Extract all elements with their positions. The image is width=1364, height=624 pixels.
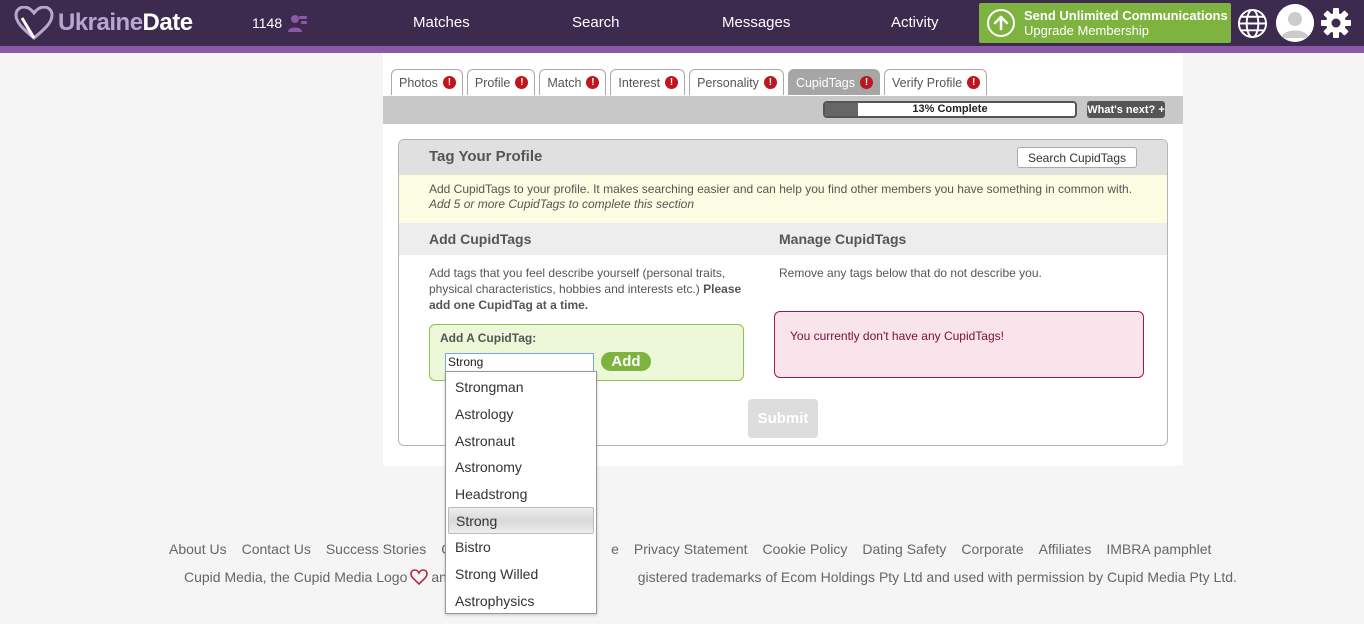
warning-icon: ! xyxy=(665,76,679,89)
upgrade-line1: Send Unlimited Communications xyxy=(1024,8,1228,23)
add-cupidtags-title: Add CupidTags xyxy=(429,231,532,247)
footer-link[interactable]: Affiliates xyxy=(1039,541,1092,557)
user-avatar[interactable] xyxy=(1276,4,1314,42)
site-logo[interactable]: UkraineDate xyxy=(14,6,193,40)
logo-wordmark: UkraineDate xyxy=(58,9,193,36)
info-hint: Add 5 or more CupidTags to complete this… xyxy=(429,197,695,211)
progress-text: 13% Complete xyxy=(912,103,988,115)
tag-autocomplete-dropdown: Strongman Astrology Astronaut Astronomy Head… xyxy=(445,371,597,614)
autocomplete-option[interactable]: Headstrong xyxy=(448,481,594,508)
user-silhouette-icon xyxy=(1276,4,1314,42)
users-online-icon xyxy=(288,15,308,32)
tab-label: Personality xyxy=(697,75,759,90)
cupid-heart-icon xyxy=(410,569,429,585)
add-cupidtag-label: Add A CupidTag: xyxy=(440,331,537,345)
tab-label: Match xyxy=(547,75,582,90)
footer-link[interactable]: About Us xyxy=(169,541,227,557)
tab-match[interactable]: Match! xyxy=(539,69,607,95)
arrow-up-icon xyxy=(987,9,1015,37)
tab-profile[interactable]: Profile! xyxy=(466,69,536,95)
autocomplete-option[interactable]: Strongman xyxy=(448,374,594,401)
globe-language-icon[interactable] xyxy=(1237,8,1268,39)
legal-text-start: Cupid Media, the Cupid Media Logo xyxy=(184,569,408,585)
tab-label: Profile xyxy=(474,75,511,90)
nav-activity[interactable]: Activity xyxy=(891,14,939,31)
cupidtag-input[interactable]: Strong xyxy=(445,353,594,372)
warning-icon: ! xyxy=(442,76,456,89)
footer-link[interactable]: Cookie Policy xyxy=(763,541,848,557)
search-cupidtags-button[interactable]: Search CupidTags xyxy=(1017,147,1137,168)
footer-link[interactable]: Contact Us xyxy=(242,541,311,557)
legal-text-end: gistered trademarks of Ecom Holdings Pty… xyxy=(637,569,1237,585)
tab-label: Verify Profile xyxy=(892,75,963,90)
section-title: Tag Your Profile xyxy=(429,148,543,165)
nav-search[interactable]: Search xyxy=(572,14,620,31)
add-tag-button[interactable]: Add xyxy=(601,352,651,371)
footer-link[interactable]: Privacy Statement xyxy=(634,541,748,557)
tab-label: CupidTags xyxy=(795,75,856,90)
warning-icon: ! xyxy=(967,76,981,89)
warning-icon: ! xyxy=(860,76,874,89)
section-info: Add CupidTags to your profile. It makes … xyxy=(399,175,1167,223)
manage-cupidtags-title: Manage CupidTags xyxy=(779,231,907,247)
add-description: Add tags that you feel describe yourself… xyxy=(429,266,742,312)
profile-tabs: Photos! Profile! Match! Interest! Personalit… xyxy=(391,69,988,95)
footer-legal: Cupid Media, the Cupid Media Logo and gi… xyxy=(184,569,1237,585)
whats-next-button[interactable]: What's next? + xyxy=(1087,101,1165,118)
submit-button[interactable]: Submit xyxy=(748,399,818,438)
info-text: Add CupidTags to your profile. It makes … xyxy=(429,182,1133,196)
tab-photos[interactable]: Photos! xyxy=(391,69,463,95)
footer-link[interactable]: Corporate xyxy=(961,541,1023,557)
footer-link[interactable]: Dating Safety xyxy=(862,541,946,557)
nav-messages[interactable]: Messages xyxy=(722,14,790,31)
section-header: Tag Your Profile Search CupidTags xyxy=(399,140,1167,175)
autocomplete-option[interactable]: Strong xyxy=(448,507,594,535)
warning-icon: ! xyxy=(586,76,600,89)
footer-link[interactable]: e xyxy=(611,541,619,557)
tab-label: Photos xyxy=(399,75,438,90)
settings-gear-icon[interactable] xyxy=(1320,7,1352,39)
online-count-value: 1148 xyxy=(252,15,283,31)
subsection-header: Add CupidTags Manage CupidTags xyxy=(399,223,1167,255)
tab-personality[interactable]: Personality! xyxy=(689,69,784,95)
heart-logo-icon xyxy=(14,6,54,40)
profile-progress-bar: 13% Complete xyxy=(823,101,1077,118)
footer-links: About UsContact UsSuccess StoriesOePriva… xyxy=(169,541,1211,557)
warning-icon: ! xyxy=(763,76,777,89)
upgrade-line2: Upgrade Membership xyxy=(1024,23,1150,38)
tab-label: Interest xyxy=(618,75,661,90)
top-navigation-bar: UkraineDate 1148 Matches Search Messages… xyxy=(0,0,1364,46)
manage-description: Remove any tags below that do not descri… xyxy=(779,266,1042,280)
autocomplete-option[interactable]: Strong Willed xyxy=(448,561,594,588)
autocomplete-option[interactable]: Astronomy xyxy=(448,454,594,481)
autocomplete-option[interactable]: Astronaut xyxy=(448,427,594,454)
tab-interest[interactable]: Interest! xyxy=(610,69,686,95)
autocomplete-option[interactable]: Bistro xyxy=(448,534,594,561)
footer-link[interactable]: IMBRA pamphlet xyxy=(1106,541,1211,557)
upgrade-membership-button[interactable]: Send Unlimited Communications Upgrade Me… xyxy=(979,3,1231,43)
header-accent-stripe xyxy=(0,46,1364,53)
tab-verify-profile[interactable]: Verify Profile! xyxy=(884,69,988,95)
autocomplete-option[interactable]: Astrophysics xyxy=(448,588,594,615)
no-cupidtags-message: You currently don't have any CupidTags! xyxy=(774,311,1144,378)
online-count[interactable]: 1148 xyxy=(252,13,308,33)
progress-strip: 13% Complete What's next? + xyxy=(383,96,1183,124)
autocomplete-option[interactable]: Astrology xyxy=(448,401,594,428)
nav-matches[interactable]: Matches xyxy=(413,14,470,31)
warning-icon: ! xyxy=(515,76,529,89)
tab-cupidtags[interactable]: CupidTags! xyxy=(787,69,881,95)
footer-link[interactable]: Success Stories xyxy=(326,541,426,557)
